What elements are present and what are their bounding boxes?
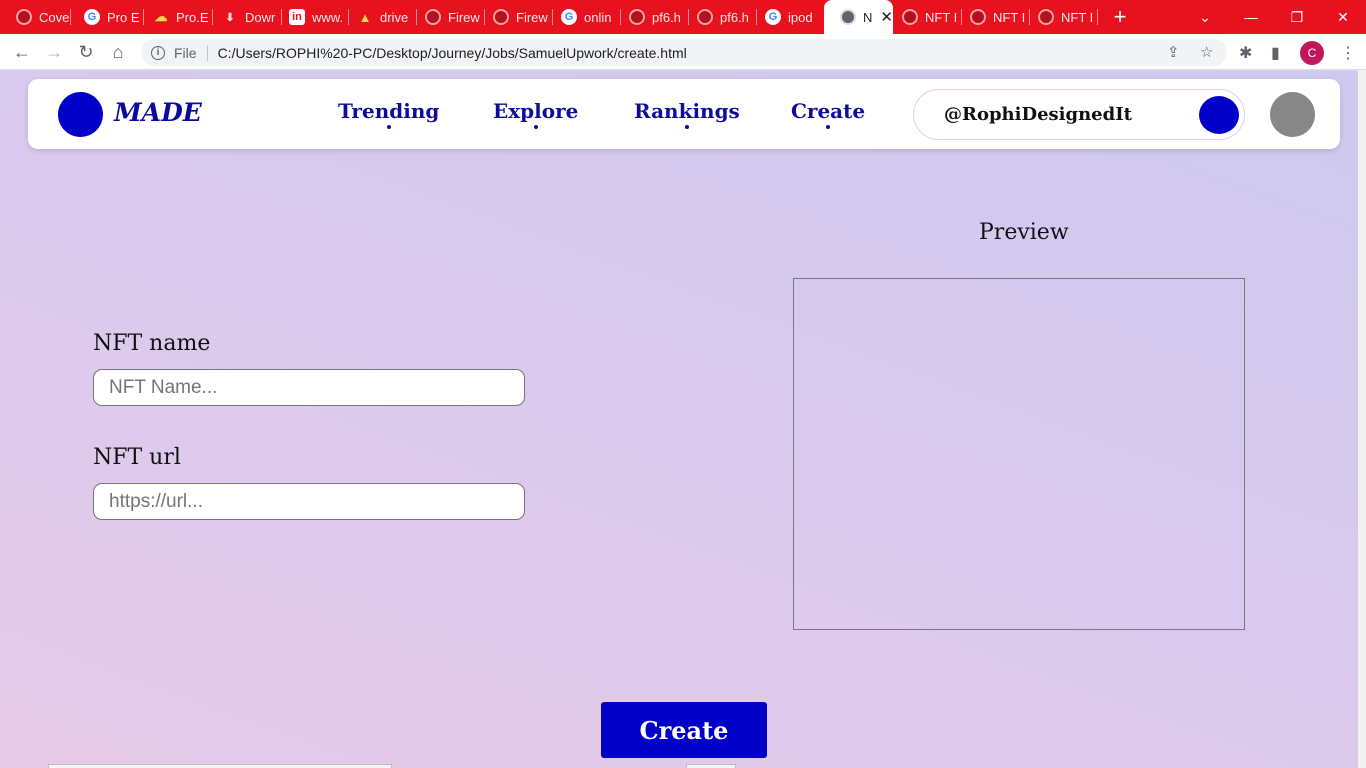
menu-icon[interactable]: ⋮ [1340,43,1356,63]
drive-icon: ▲ [358,9,372,25]
tab-title: ipod [788,9,813,25]
page: MADE Trending Explore Rankings Create @R… [0,71,1358,768]
download-icon: ⬇ [225,11,235,24]
address-bar[interactable]: i File C:/Users/ROPHI%20-PC/Desktop/Jour… [141,39,1227,66]
browser-tab[interactable]: ☁ Pro.E [137,0,213,34]
minimize-icon[interactable]: — [1228,0,1274,34]
tab-title: Cove [39,9,70,25]
browser-tab[interactable]: G Pro E [68,0,144,34]
google-icon: G [561,9,577,25]
tab-title: N [863,9,873,25]
browser-tab[interactable]: NFT I [1022,0,1098,34]
browser-tab-active[interactable]: N ✕ [824,0,893,34]
globe-icon [840,9,856,25]
site-header: MADE Trending Explore Rankings Create @R… [28,79,1340,149]
browser-tab[interactable]: pf6.h [613,0,689,34]
browser-tab[interactable]: NFT I [886,0,962,34]
hidden-panel-edge [48,764,392,768]
browser-tab[interactable]: in www. [273,0,349,34]
globe-icon [1038,9,1054,25]
side-panel-icon[interactable]: ▮ [1271,43,1280,63]
nav-link-explore[interactable]: Explore [493,99,578,129]
tab-title: Dowr [245,9,276,25]
browser-tab[interactable]: ⬇ Dowr [206,0,282,34]
browser-tab[interactable]: Gonlin [545,0,621,34]
globe-icon [629,9,645,25]
browser-tab[interactable]: ▲ drive [341,0,417,34]
browser-tab-strip: Cove G Pro E ☁ Pro.E ⬇ Dowr in www. ▲ drive F… [0,0,1366,34]
wallet-icon[interactable] [1199,96,1239,134]
restore-icon[interactable]: ❐ [1274,0,1320,34]
nav-link-trending[interactable]: Trending [338,99,439,129]
new-tab-icon[interactable]: + [1108,5,1132,29]
globe-icon [16,9,32,25]
tab-title: NFT I [925,9,958,25]
url-text[interactable]: C:/Users/ROPHI%20-PC/Desktop/Journey/Job… [218,45,687,61]
preview-title: Preview [979,220,1069,245]
tab-title: www. [312,9,344,25]
user-pill[interactable]: @RophiDesignedIt [913,89,1245,140]
tab-title: Pro E [107,9,140,25]
browser-tab[interactable]: Firew [409,0,485,34]
nav-link-create[interactable]: Create [791,99,865,129]
tab-title: drive [380,9,409,25]
create-button[interactable]: Create [601,702,767,758]
tab-title: pf6.h [720,9,749,25]
cloud-icon: ☁ [154,9,168,24]
close-window-icon[interactable]: ✕ [1320,0,1366,34]
avatar[interactable] [1270,92,1315,137]
browser-tab[interactable]: Cove [0,0,71,34]
scheme-label: File [174,44,197,61]
nft-name-input[interactable] [93,369,525,406]
home-icon[interactable]: ⌂ [105,39,131,65]
browser-tab[interactable]: NFT I [954,0,1030,34]
bookmark-star-icon[interactable]: ☆ [1200,43,1213,61]
tab-title: Firew [448,9,480,25]
tab-title: NFT I [993,9,1026,25]
globe-icon [902,9,918,25]
tab-title: NFT I [1061,9,1094,25]
browser-toolbar: ← → ↻ ⌂ i File C:/Users/ROPHI%20-PC/Desk… [0,34,1366,70]
browser-tab[interactable]: Gipod [749,0,825,34]
preview-box [793,278,1245,630]
user-handle: @RophiDesignedIt [944,104,1132,125]
back-icon[interactable]: ← [9,39,35,65]
google-icon: G [84,9,100,25]
reload-icon[interactable]: ↻ [73,39,99,65]
tab-title: pf6.h [652,9,681,25]
globe-icon [697,9,713,25]
globe-icon [970,9,986,25]
forward-icon[interactable]: → [41,39,67,65]
extensions-icon[interactable]: ✱ [1239,43,1252,63]
linkedin-icon: in [289,9,305,25]
browser-tab[interactable]: Firew [477,0,553,34]
nft-url-input[interactable] [93,483,525,520]
tab-title: Firew [516,9,548,25]
profile-avatar[interactable]: C [1300,41,1324,65]
tab-search-icon[interactable]: ⌄ [1182,0,1228,34]
browser-tab[interactable]: pf6.h [681,0,757,34]
scrollbar[interactable] [1358,70,1366,768]
tab-title: Pro.E [176,9,209,25]
nft-name-label: NFT name [93,331,211,356]
globe-icon [493,9,509,25]
google-icon: G [765,9,781,25]
tab-title: onlin [584,9,612,25]
logo-text[interactable]: MADE [114,98,202,127]
logo-icon[interactable] [58,92,103,137]
site-info-icon[interactable]: i [151,45,165,60]
share-icon[interactable]: ⇪ [1167,43,1180,61]
globe-icon [425,9,441,25]
hidden-panel-edge [686,764,736,768]
divider [206,44,208,61]
nav-link-rankings[interactable]: Rankings [634,99,740,129]
nft-url-label: NFT url [93,445,181,470]
